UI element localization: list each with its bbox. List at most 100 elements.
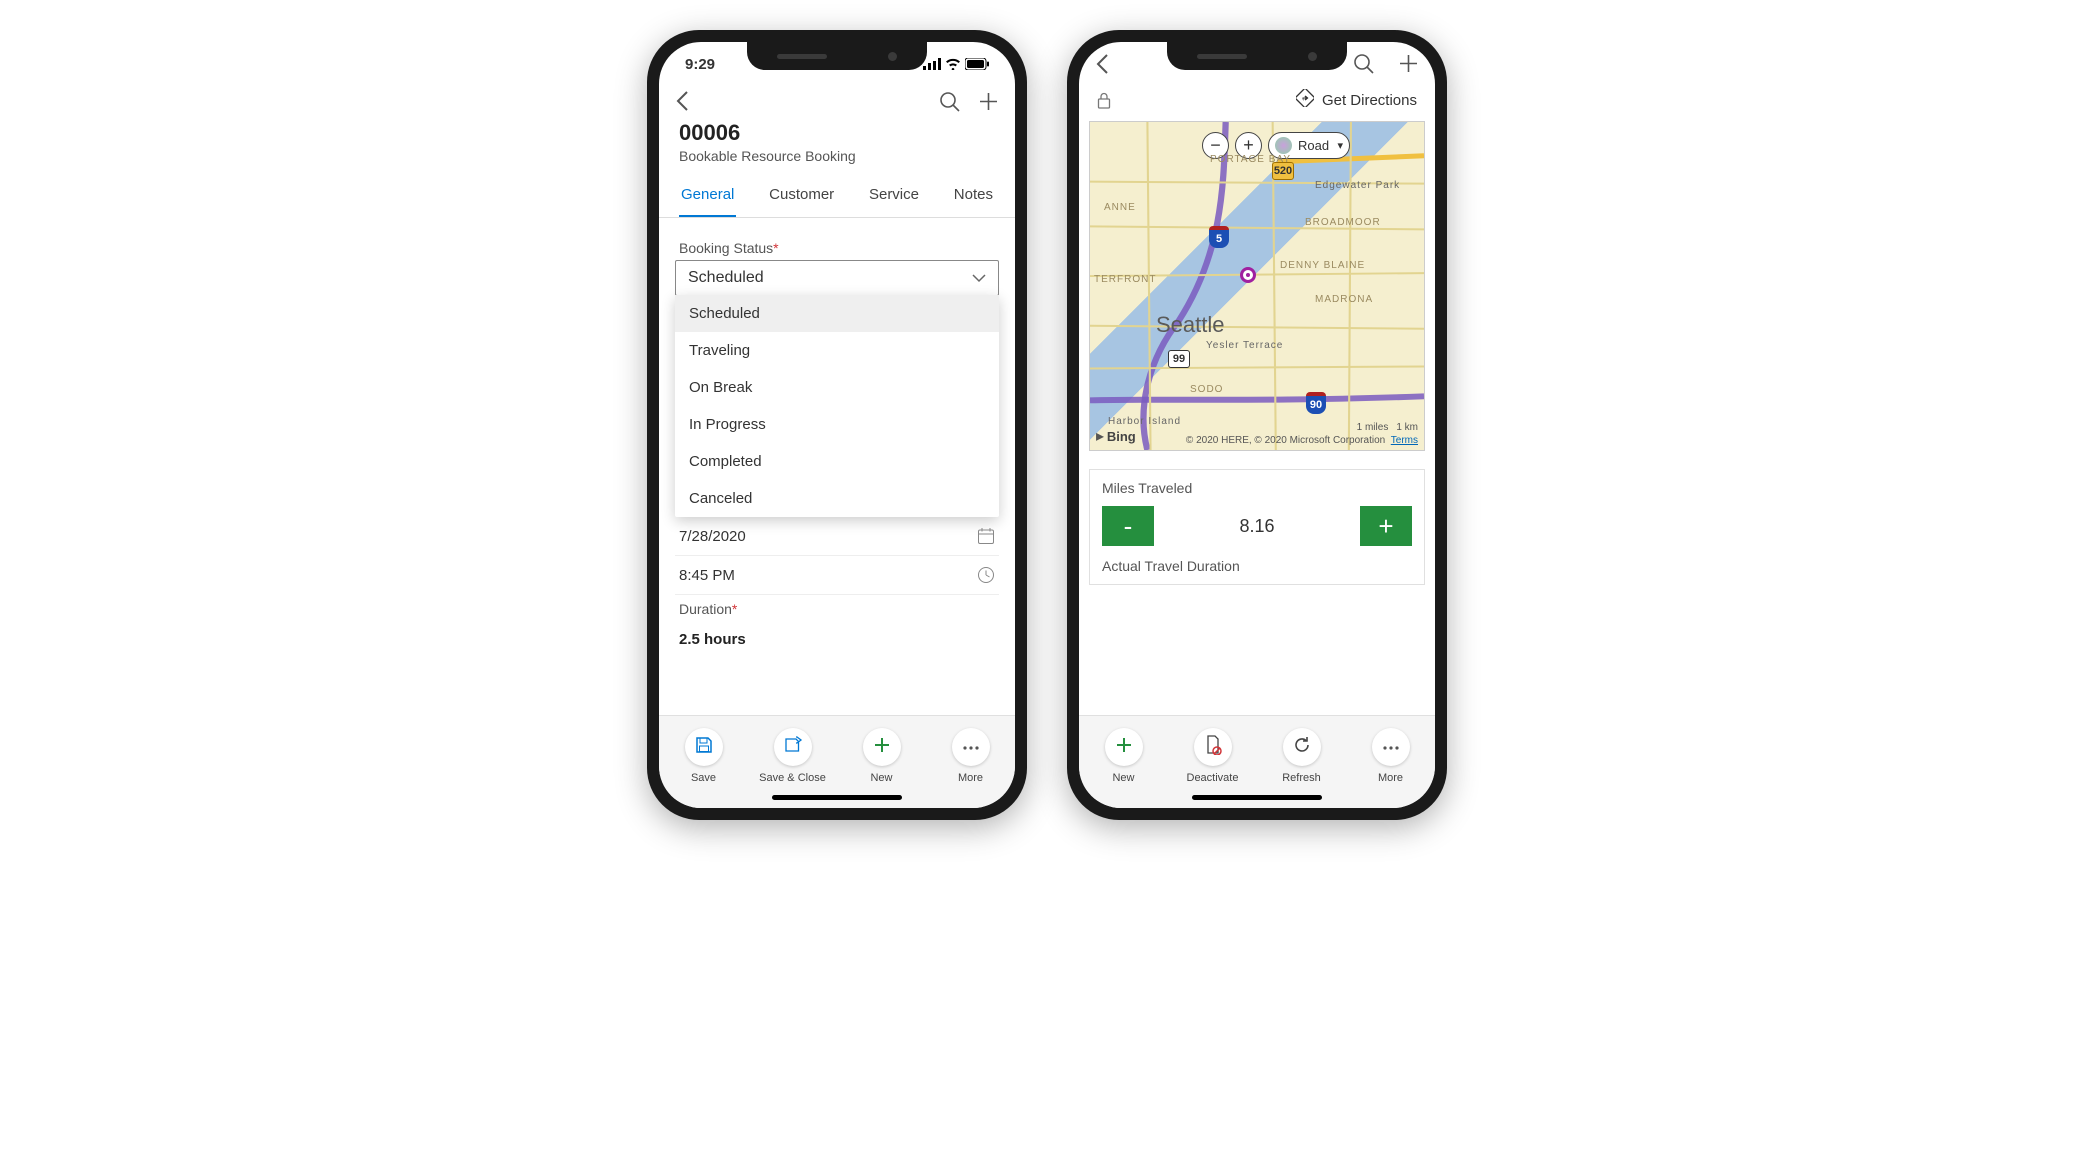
- record-subtitle: Bookable Resource Booking: [679, 148, 995, 164]
- miles-increment-button[interactable]: +: [1360, 506, 1412, 546]
- time-value: 8:45 PM: [679, 567, 735, 584]
- miles-decrement-button[interactable]: -: [1102, 506, 1154, 546]
- tab-general[interactable]: General: [679, 176, 736, 217]
- new-button[interactable]: New: [1088, 728, 1160, 784]
- more-label: More: [1378, 772, 1403, 784]
- app-header: [659, 86, 1015, 120]
- more-button[interactable]: More: [1355, 728, 1427, 784]
- map[interactable]: − + Road Seattle PORTAGE BAY Edgewater P…: [1089, 121, 1425, 451]
- get-directions-label: Get Directions: [1322, 92, 1417, 109]
- map-terms-link[interactable]: Terms: [1391, 435, 1418, 446]
- get-directions-button[interactable]: Get Directions: [1296, 89, 1417, 111]
- tab-customer[interactable]: Customer: [767, 176, 836, 217]
- date-field[interactable]: 7/28/2020: [675, 517, 999, 556]
- more-button[interactable]: More: [935, 728, 1007, 784]
- add-button[interactable]: [978, 91, 999, 112]
- booking-status-dropdown[interactable]: Scheduled: [675, 260, 999, 296]
- actual-travel-duration-label: Actual Travel Duration: [1102, 558, 1412, 574]
- duration-value: 2.5 hours: [679, 631, 746, 648]
- phone-frame-right: 00026 Get Directions: [1067, 30, 1447, 820]
- search-icon[interactable]: [939, 91, 960, 112]
- lock-icon: [1097, 92, 1111, 109]
- tab-service[interactable]: Service: [867, 176, 921, 217]
- map-controls: − + Road: [1202, 132, 1350, 159]
- route-520-shield: 520: [1272, 162, 1294, 180]
- save-close-icon: [783, 736, 803, 759]
- wifi-icon: [945, 58, 961, 70]
- map-mode-label: Road: [1298, 138, 1329, 153]
- cellular-icon: [923, 58, 941, 70]
- calendar-icon: [977, 527, 995, 545]
- phone-frame-left: 9:29 00006 Bookable Resource B: [647, 30, 1027, 820]
- status-icons: [923, 58, 989, 70]
- interstate-5-shield: 5: [1209, 226, 1229, 248]
- home-indicator: [1192, 795, 1322, 800]
- form-area: Booking Status* Scheduled Scheduled Trav…: [659, 218, 1015, 715]
- clock-icon: [977, 566, 995, 584]
- save-button[interactable]: Save: [668, 728, 740, 784]
- map-attribution: ▸ Bing 1 miles 1 km © 2020 HERE, © 2020 …: [1096, 422, 1418, 446]
- map-mode-select[interactable]: Road: [1268, 132, 1350, 159]
- new-label: New: [870, 772, 892, 784]
- booking-status-options: Scheduled Traveling On Break In Progress…: [675, 295, 999, 517]
- zoom-out-button[interactable]: −: [1202, 132, 1229, 159]
- booking-status-value: Scheduled: [688, 269, 764, 287]
- time-field[interactable]: 8:45 PM: [675, 556, 999, 595]
- back-button[interactable]: [1095, 53, 1109, 75]
- more-icon: [962, 738, 980, 756]
- home-indicator: [772, 795, 902, 800]
- route-99-shield: 99: [1168, 350, 1190, 368]
- map-roads: [1090, 122, 1424, 450]
- title-block: 00006 Bookable Resource Booking: [659, 120, 1015, 176]
- phone-notch: [747, 42, 927, 70]
- more-label: More: [958, 772, 983, 784]
- date-value: 7/28/2020: [679, 528, 746, 545]
- map-pin[interactable]: [1240, 267, 1256, 283]
- option-in-progress[interactable]: In Progress: [675, 406, 999, 443]
- battery-icon: [965, 58, 989, 70]
- deactivate-icon: [1204, 735, 1222, 760]
- save-icon: [695, 736, 713, 759]
- directions-icon: [1296, 89, 1314, 111]
- refresh-label: Refresh: [1282, 772, 1321, 784]
- save-close-button[interactable]: Save & Close: [757, 728, 829, 784]
- deactivate-button[interactable]: Deactivate: [1177, 728, 1249, 784]
- refresh-button[interactable]: Refresh: [1266, 728, 1338, 784]
- map-mode-thumb-icon: [1275, 137, 1292, 154]
- miles-block: Miles Traveled - 8.16 + Actual Travel Du…: [1089, 469, 1425, 585]
- more-icon: [1382, 738, 1400, 756]
- option-on-break[interactable]: On Break: [675, 369, 999, 406]
- option-completed[interactable]: Completed: [675, 443, 999, 480]
- interstate-90-shield: 90: [1306, 392, 1326, 414]
- booking-status-label: Booking Status*: [679, 240, 995, 256]
- required-indicator: *: [732, 601, 737, 617]
- search-icon[interactable]: [1353, 53, 1374, 74]
- duration-label: Duration*: [679, 601, 995, 617]
- add-button[interactable]: [1398, 53, 1419, 74]
- tabs: General Customer Service Notes: [659, 176, 1015, 218]
- phone-notch: [1167, 42, 1347, 70]
- deactivate-label: Deactivate: [1187, 772, 1239, 784]
- new-label: New: [1112, 772, 1134, 784]
- refresh-icon: [1292, 735, 1312, 760]
- directions-row: Get Directions: [1079, 81, 1435, 121]
- option-scheduled[interactable]: Scheduled: [675, 295, 999, 332]
- chevron-down-icon: [972, 274, 986, 283]
- plus-icon: [873, 736, 891, 759]
- option-canceled[interactable]: Canceled: [675, 480, 999, 517]
- status-time: 9:29: [685, 56, 715, 73]
- tab-notes[interactable]: Notes: [952, 176, 995, 217]
- zoom-in-button[interactable]: +: [1235, 132, 1262, 159]
- save-label: Save: [691, 772, 716, 784]
- plus-icon: [1115, 736, 1133, 759]
- option-traveling[interactable]: Traveling: [675, 332, 999, 369]
- new-button[interactable]: New: [846, 728, 918, 784]
- save-close-label: Save & Close: [759, 772, 826, 784]
- miles-label: Miles Traveled: [1102, 480, 1412, 496]
- back-button[interactable]: [675, 90, 689, 112]
- bing-logo: Bing: [1107, 429, 1136, 444]
- duration-field[interactable]: 2.5 hours: [675, 621, 999, 658]
- required-indicator: *: [773, 240, 778, 256]
- record-number: 00006: [679, 120, 995, 146]
- miles-value[interactable]: 8.16: [1166, 516, 1348, 537]
